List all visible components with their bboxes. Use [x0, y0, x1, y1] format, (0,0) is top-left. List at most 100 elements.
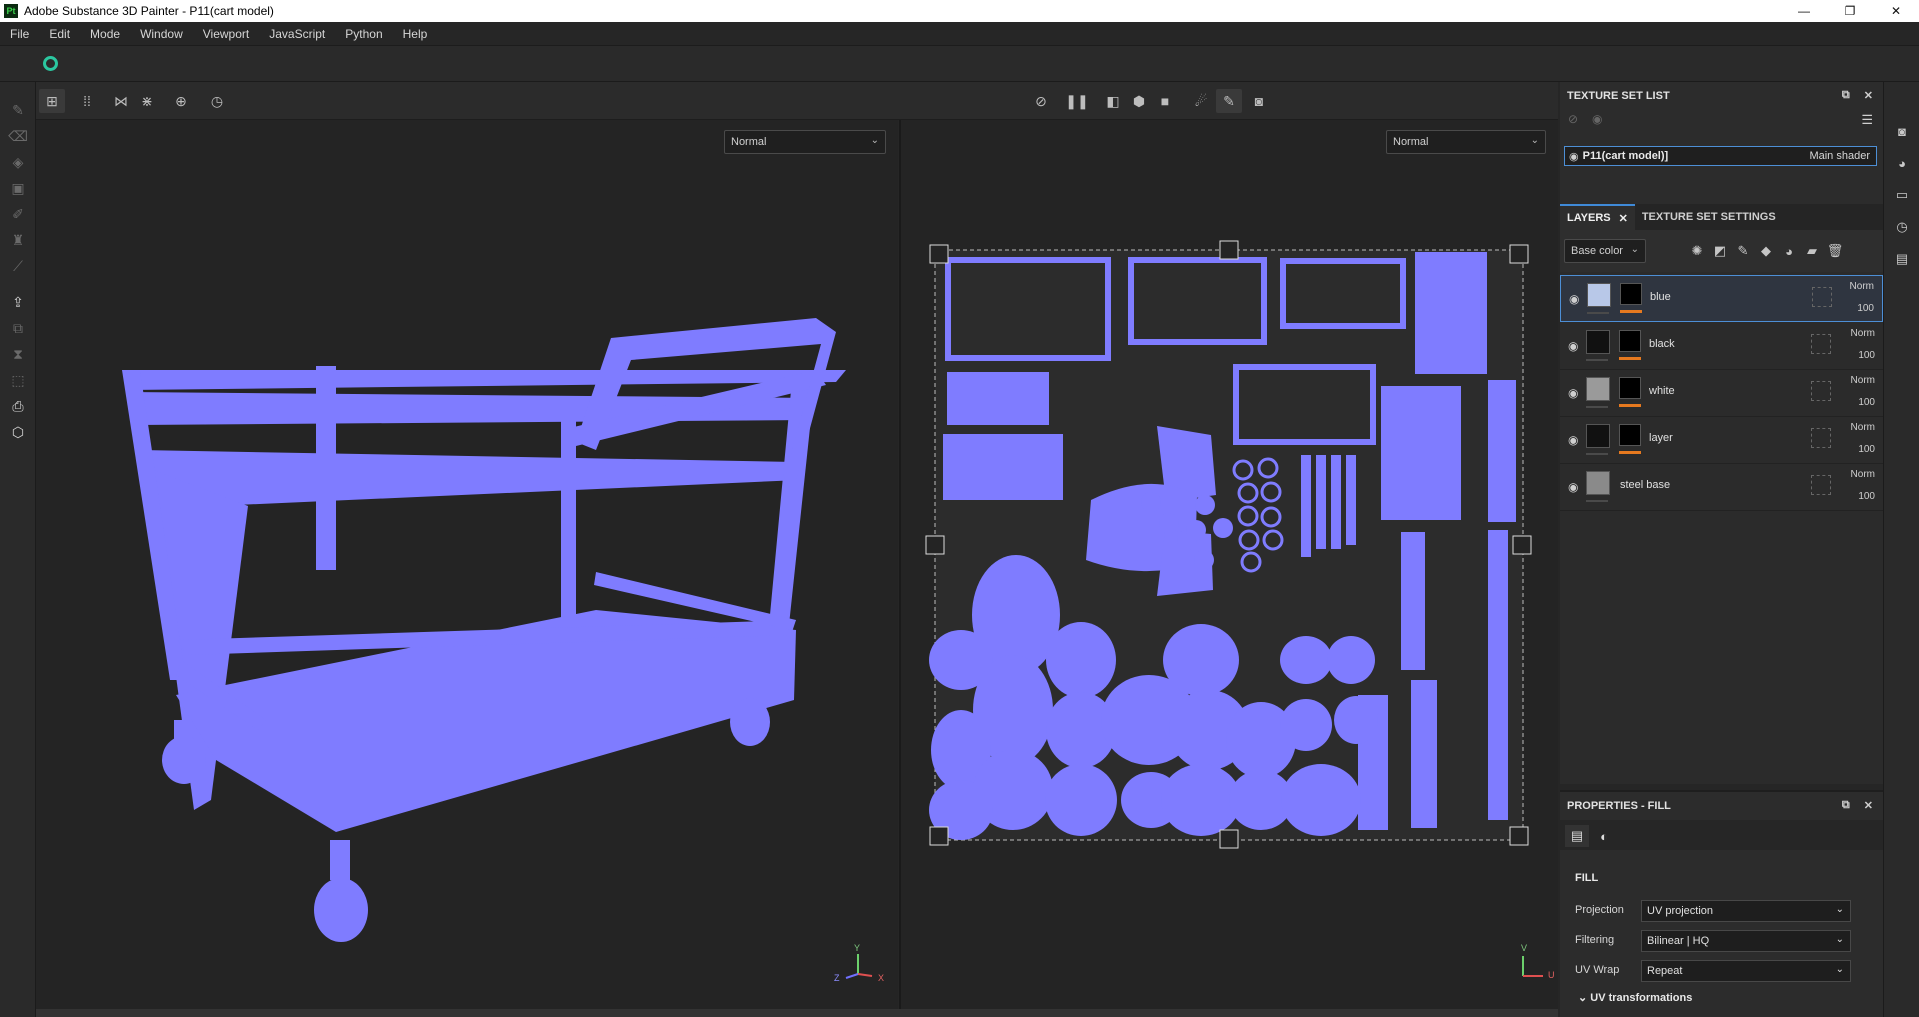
eye-icon[interactable]: ◉ — [1592, 112, 1602, 126]
add-smart-material-icon[interactable]: ◕ — [1780, 242, 1798, 260]
polygon-fill-icon[interactable]: ▣ — [8, 178, 28, 198]
layer-mask-thumbnail[interactable] — [1619, 330, 1641, 352]
layer-name[interactable]: white — [1649, 385, 1675, 397]
log-icon[interactable]: ▤ — [1893, 250, 1911, 268]
mirror-y-icon[interactable]: ⋇ — [134, 89, 160, 113]
layer-row-white[interactable]: ◉ white Norm 100 — [1560, 370, 1883, 417]
menu-window[interactable]: Window — [130, 27, 193, 41]
add-paint-layer-icon[interactable]: ✎ — [1734, 242, 1752, 260]
menu-file[interactable]: File — [0, 27, 39, 41]
paint-brush-icon[interactable]: ✎ — [8, 100, 28, 120]
viewport-2d[interactable]: Normal ⌄ V U — [899, 120, 1558, 1012]
add-fill-layer-icon[interactable]: ◆ — [1757, 242, 1775, 260]
camera-icon[interactable]: ■ — [1152, 89, 1178, 113]
tab-texture-set-settings[interactable]: TEXTURE SET SETTINGS — [1635, 204, 1783, 230]
float-panel-icon[interactable]: ⧉ — [1842, 799, 1850, 812]
close-panel-icon[interactable]: ✕ — [1864, 799, 1873, 812]
pause-icon[interactable]: ❚❚ — [1064, 89, 1090, 113]
mirror-x-icon[interactable]: ⋈ — [108, 89, 134, 113]
layer-opacity[interactable]: 100 — [1858, 397, 1875, 408]
display-settings-icon[interactable]: ◙ — [1893, 122, 1911, 140]
layer-mask-thumbnail[interactable] — [1620, 283, 1642, 305]
export-icon[interactable]: ⎙ — [8, 396, 28, 416]
layer-name[interactable]: steel base — [1620, 479, 1670, 491]
menu-icon[interactable]: ☰ — [1861, 112, 1873, 128]
minimize-button[interactable]: — — [1781, 0, 1827, 22]
geometry-mask-icon[interactable]: ⧗ — [8, 344, 28, 364]
uv-tool-icon[interactable]: ⬚ — [8, 370, 28, 390]
smudge-icon[interactable]: ✐ — [8, 204, 28, 224]
material-sphere-icon[interactable]: ◐ — [1592, 825, 1616, 847]
float-panel-icon[interactable]: ⧉ — [1842, 89, 1850, 102]
layer-name[interactable]: layer — [1649, 432, 1673, 444]
channel-select[interactable]: Base color ⌄ — [1564, 239, 1646, 263]
color-picker-icon[interactable]: ⟋ — [8, 256, 28, 276]
layer-name[interactable]: blue — [1650, 291, 1671, 303]
hide-icon[interactable]: ⊘ — [1028, 89, 1054, 113]
paint-mode-icon[interactable]: ✎ — [1216, 89, 1242, 113]
layer-selection-box[interactable] — [1811, 428, 1831, 448]
layer-opacity[interactable]: 100 — [1858, 350, 1875, 361]
visibility-eye-icon[interactable]: ◉ — [1569, 292, 1579, 306]
visibility-eye-icon[interactable]: ◉ — [1568, 386, 1578, 400]
add-folder-icon[interactable]: ▰ — [1803, 242, 1821, 260]
layer-blend-mode[interactable]: Norm — [1851, 328, 1875, 339]
layer-mask-thumbnail[interactable] — [1619, 424, 1641, 446]
projection-icon[interactable]: ◈ — [8, 152, 28, 172]
layer-opacity[interactable]: 100 — [1857, 303, 1874, 314]
layer-selection-box[interactable] — [1811, 334, 1831, 354]
menu-viewport[interactable]: Viewport — [193, 27, 259, 41]
layer-row-blue[interactable]: ◉ blue Norm 100 — [1560, 275, 1883, 322]
layer-mask-thumbnail[interactable] — [1619, 377, 1641, 399]
layer-selection-box[interactable] — [1811, 381, 1831, 401]
layer-row-layer[interactable]: ◉ layer Norm 100 — [1560, 417, 1883, 464]
assets-icon[interactable]: ▭ — [1893, 186, 1911, 204]
bake-icon[interactable]: ⇪ — [8, 292, 28, 312]
close-panel-icon[interactable]: ✕ — [1864, 89, 1873, 102]
history-icon[interactable]: ◷ — [1893, 218, 1911, 236]
viewport-3d[interactable]: Normal ⌄ Y Z X — [36, 120, 898, 1012]
close-tab-icon[interactable]: ✕ — [1619, 212, 1628, 225]
filtering-select[interactable]: Bilinear | HQ ⌄ — [1641, 930, 1851, 952]
clone-stamp-icon[interactable]: ♜ — [8, 230, 28, 250]
selection-mode-icon[interactable]: ⊞ — [39, 89, 65, 113]
effects-icon[interactable]: ✺ — [1688, 242, 1706, 260]
grid-icon[interactable]: ⁞⁞ — [74, 89, 100, 113]
visibility-eye-icon[interactable]: ◉ — [1568, 433, 1578, 447]
hide-icon[interactable]: ⊘ — [1568, 112, 1578, 126]
maximize-button[interactable]: ❐ — [1827, 0, 1873, 22]
layer-opacity[interactable]: 100 — [1858, 491, 1875, 502]
tab-layers[interactable]: LAYERS ✕ — [1560, 204, 1635, 230]
layer-blend-mode[interactable]: Norm — [1851, 375, 1875, 386]
layer-row-black[interactable]: ◉ black Norm 100 — [1560, 323, 1883, 370]
menu-javascript[interactable]: JavaScript — [259, 27, 335, 41]
uv-transformations-toggle[interactable]: ⌄ UV transformations — [1578, 991, 1692, 1004]
split-view-icon[interactable]: ◧ — [1100, 89, 1126, 113]
shader-name[interactable]: Main shader — [1809, 150, 1870, 162]
projection-select[interactable]: UV projection ⌄ — [1641, 900, 1851, 922]
model-icon[interactable]: ⬡ — [8, 422, 28, 442]
mask-icon[interactable]: ◩ — [1711, 242, 1729, 260]
uv-wrap-select[interactable]: Repeat ⌄ — [1641, 960, 1851, 982]
menu-edit[interactable]: Edit — [39, 27, 80, 41]
menu-mode[interactable]: Mode — [80, 27, 130, 41]
visibility-eye-icon[interactable]: ◉ — [1569, 150, 1579, 163]
cube-view-icon[interactable]: ⬢ — [1126, 89, 1152, 113]
environment-icon[interactable]: ☄ — [1188, 89, 1214, 113]
delete-layer-icon[interactable]: 🗑 — [1826, 242, 1844, 260]
layer-name[interactable]: black — [1649, 338, 1675, 350]
layer-blend-mode[interactable]: Norm — [1850, 281, 1874, 292]
texture-set-row[interactable]: ◉ P11(cart model)] Main shader — [1564, 146, 1877, 166]
screenshot-icon[interactable]: ◙ — [1246, 89, 1272, 113]
history-icon[interactable]: ◷ — [204, 89, 230, 113]
layer-selection-box[interactable] — [1811, 475, 1831, 495]
layer-blend-mode[interactable]: Norm — [1851, 422, 1875, 433]
sync-status-icon[interactable] — [43, 56, 58, 71]
visibility-eye-icon[interactable]: ◉ — [1568, 339, 1578, 353]
visibility-eye-icon[interactable]: ◉ — [1568, 480, 1578, 494]
shader-settings-icon[interactable]: ◕ — [1893, 154, 1911, 172]
menu-help[interactable]: Help — [393, 27, 438, 41]
eraser-icon[interactable]: ⌫ — [8, 126, 28, 146]
menu-python[interactable]: Python — [335, 27, 392, 41]
layer-selection-box[interactable] — [1812, 287, 1832, 307]
